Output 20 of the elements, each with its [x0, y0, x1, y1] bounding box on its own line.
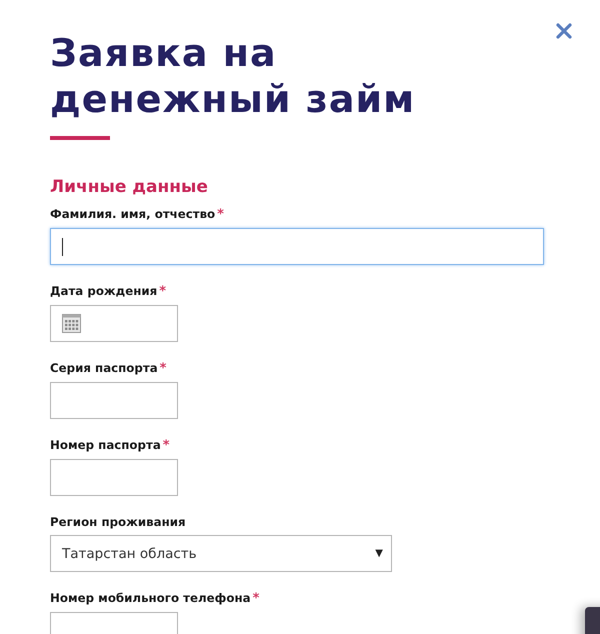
field-label: Номер паспорта: [50, 438, 161, 452]
field-label: Серия паспорта: [50, 361, 158, 375]
required-mark: *: [162, 438, 170, 453]
required-mark: *: [160, 361, 166, 376]
field-label: Номер мобильного телефона: [50, 591, 251, 605]
date-field[interactable]: [50, 305, 178, 342]
field-label: Регион проживания: [50, 515, 186, 529]
input-field[interactable]: [50, 228, 544, 265]
close-icon[interactable]: [556, 23, 572, 39]
calendar-icon[interactable]: [62, 314, 81, 333]
input-field[interactable]: [50, 459, 178, 496]
required-mark: *: [252, 591, 260, 606]
required-mark: *: [217, 207, 224, 222]
section-heading: Личные данные: [50, 177, 208, 197]
field-label: Дата рождения: [50, 284, 158, 298]
region-select[interactable]: Татарстан область ▼: [50, 535, 392, 572]
input-field[interactable]: [50, 382, 178, 419]
field-label: Фамилия. имя, отчество: [50, 207, 216, 221]
dialog-title: Заявка на денежный займ: [50, 30, 416, 122]
required-mark: *: [159, 284, 166, 299]
